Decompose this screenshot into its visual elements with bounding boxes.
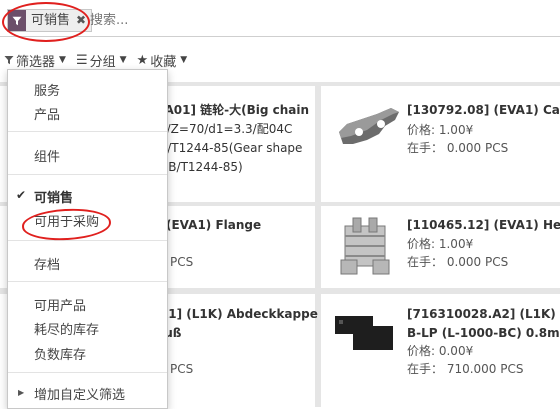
filters-button[interactable]: 筛选器 ▼ [4, 51, 66, 70]
filter-item-product[interactable]: 产品 [34, 104, 60, 123]
filter-icon [4, 56, 14, 65]
red-annotation-circle [2, 2, 90, 42]
add-custom-filter[interactable]: 增加自定义筛选 [34, 384, 125, 403]
product-card[interactable]: [716310028.A2] (L1K) Abd B-LP (L-1000-BC… [321, 294, 560, 407]
favorites-label: 收藏 [150, 54, 177, 70]
favorites-button[interactable]: ★ 收藏 ▼ [136, 51, 188, 70]
product-price: 价格: 1.00¥ [407, 237, 474, 251]
filter-item-available[interactable]: 可用产品 [34, 295, 86, 314]
product-name: B-LP (L-1000-BC) 0.8mm [407, 326, 560, 340]
star-icon: ★ [136, 52, 149, 68]
product-name: [716310028.A2] (L1K) Abd [407, 307, 560, 321]
product-stock: PCS [170, 255, 194, 269]
product-stock: 在手： 0.000 PCS [407, 141, 509, 155]
search-toolbar: 筛选器 ▼ ☰ 分组 ▼ ★ 收藏 ▼ [4, 51, 188, 70]
filters-label: 筛选器 [16, 54, 56, 70]
caret-down-icon: ▼ [180, 55, 188, 65]
product-card[interactable]: [110465.12] (EVA1) Heatsi 价格: 1.00¥ 在手： … [321, 206, 560, 288]
filter-item-archived[interactable]: 存档 [34, 254, 60, 273]
menu-divider [8, 281, 167, 282]
caret-down-icon: ▼ [119, 55, 127, 65]
filter-item-can-be-sold[interactable]: 可销售 [34, 187, 73, 206]
filter-item-component[interactable]: 组件 [34, 146, 60, 165]
product-name: [A01] 链轮-大(Big chain [159, 103, 310, 117]
search-input[interactable] [90, 10, 390, 30]
filter-item-service[interactable]: 服务 [34, 80, 60, 99]
product-name: (EVA1) Flange [166, 218, 262, 232]
product-name: [110465.12] (EVA1) Heatsi [407, 218, 560, 232]
search-underline [0, 36, 560, 37]
checkmark-icon: ✔ [16, 188, 27, 202]
product-image [339, 108, 399, 144]
product-name: [130792.08] (EVA1) Cap [407, 103, 560, 117]
menu-divider [8, 174, 167, 175]
product-name: B/T1244-85(Gear shape [159, 141, 303, 155]
product-price: 价格: 0.00¥ [407, 344, 474, 358]
product-image [340, 217, 390, 275]
search-bar: 可销售 ✖ [0, 0, 560, 42]
menu-divider [8, 372, 167, 373]
groupby-label: 分组 [89, 54, 116, 70]
caret-right-icon: ▶ [18, 388, 25, 397]
groupby-button[interactable]: ☰ 分组 ▼ [75, 51, 127, 70]
product-image [335, 316, 393, 350]
filter-item-out-of-stock[interactable]: 耗尽的库存 [34, 319, 99, 338]
caret-down-icon: ▼ [59, 55, 66, 65]
filter-dropdown: 服务 产品 组件 ✔ 可销售 可用于采购 存档 可用产品 耗尽的库存 负数库存 … [7, 69, 168, 409]
list-icon: ☰ [75, 52, 88, 68]
product-card[interactable]: [130792.08] (EVA1) Cap 价格: 1.00¥ 在手： 0.0… [321, 86, 560, 202]
product-stock: 在手： 710.000 PCS [407, 362, 524, 376]
product-name: A1] (L1K) Abdeckkappe [159, 307, 318, 321]
product-stock: 在手： 0.000 PCS [407, 255, 509, 269]
filter-item-negative-stock[interactable]: 负数库存 [34, 344, 86, 363]
product-name: GB/T1244-85) [159, 160, 243, 174]
product-stock: PCS [170, 362, 194, 376]
product-name: 5/Z=70/d1=3.3/配04C [159, 122, 293, 136]
menu-divider [8, 131, 167, 132]
menu-divider [8, 240, 167, 241]
product-price: 价格: 1.00¥ [407, 123, 474, 137]
